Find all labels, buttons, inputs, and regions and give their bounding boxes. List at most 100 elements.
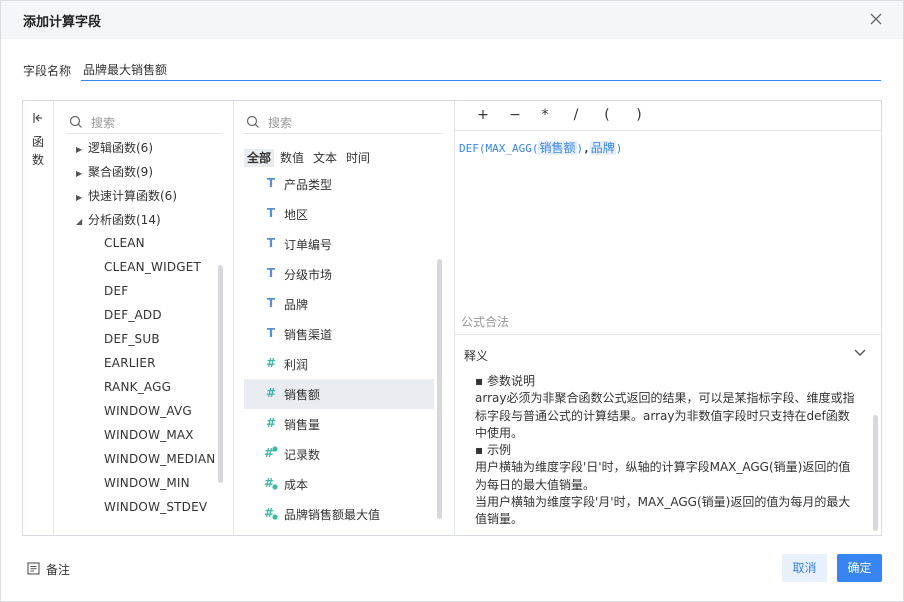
caret-right-icon: ▶ (76, 169, 83, 178)
text-icon: T (266, 206, 276, 220)
field-item[interactable]: # 品牌销售额最大值 (244, 499, 434, 529)
tab-time[interactable]: 时间 (343, 149, 373, 167)
calculated-number-icon: # (264, 506, 278, 520)
formula-suffix: ) (615, 142, 623, 155)
calculated-number-icon: # (264, 446, 278, 460)
function-group-logic[interactable]: ▶ 逻辑函数(6) (76, 139, 153, 159)
function-search[interactable]: 搜索 (67, 110, 223, 134)
divide-button[interactable]: / (568, 107, 584, 123)
description-line: 标字段与普通公式的计算结果。array为非数值字段时只支持在def函数 (475, 408, 850, 423)
caret-down-icon: ◢ (76, 217, 83, 226)
field-item[interactable]: T 销售渠道 (244, 319, 434, 349)
text-icon: T (266, 236, 276, 250)
field-item[interactable]: T 地区 (244, 199, 434, 229)
function-list-panel: 搜索 ▶ 逻辑函数(6) ▶ 聚合函数(9) ▶ 快速计算函数(6) ◢ 分析函数(14… (54, 101, 234, 535)
multiply-button[interactable]: * (537, 107, 553, 123)
field-item-selected[interactable]: # 销售额 (244, 379, 434, 409)
description-text: ▪ 参数说明 array必须为非聚合函数公式返回的结果，可以是某指标字段、维度或… (475, 373, 855, 529)
field-search-placeholder: 搜索 (268, 116, 293, 130)
cancel-button[interactable]: 取消 (782, 554, 827, 582)
dialog-titlebar: 添加计算字段 (1, 1, 903, 39)
note-label: 备注 (46, 563, 71, 577)
field-item[interactable]: T 产品类型 (244, 169, 434, 199)
description-scrollbar[interactable] (873, 415, 878, 531)
tab-text[interactable]: 文本 (310, 149, 340, 167)
formula-field-token[interactable]: 品牌 (589, 141, 616, 155)
function-item[interactable]: WINDOW_MAX (104, 428, 194, 448)
description-line: array必须为非聚合函数公式返回的结果，可以是某指标字段、维度或指 (475, 391, 855, 406)
function-item[interactable]: EARLIER (104, 356, 156, 376)
function-item[interactable]: WINDOW_AVG (104, 404, 192, 424)
field-item[interactable]: # 成本 (244, 469, 434, 499)
function-item[interactable]: CLEAN (104, 236, 145, 256)
formula-editor[interactable]: DEF(MAX_AGG(销售额),品牌) (459, 139, 622, 156)
function-search-placeholder: 搜索 (91, 116, 116, 130)
close-icon[interactable] (867, 10, 885, 28)
description-line: 为每日的最大值销量。 (475, 477, 596, 492)
field-item[interactable]: T 分级市场 (244, 259, 434, 289)
minus-button[interactable]: − (507, 107, 523, 123)
function-item[interactable]: WINDOW_MEDIAN (104, 452, 215, 472)
svg-text:#: # (264, 506, 274, 520)
function-list-scrollbar[interactable] (218, 265, 223, 483)
field-item[interactable]: T 订单编号 (244, 229, 434, 259)
function-item[interactable]: WINDOW_MIN (104, 476, 190, 496)
side-tab-functions[interactable]: 函数 (23, 101, 54, 535)
description-title: 释义 (464, 349, 489, 363)
field-item[interactable]: # 记录数 (244, 439, 434, 469)
text-icon: T (266, 326, 276, 340)
text-icon: T (266, 266, 276, 280)
calculated-number-icon: # (264, 476, 278, 490)
field-search[interactable]: 搜索 (244, 110, 443, 134)
function-group-quick-calc[interactable]: ▶ 快速计算函数(6) (76, 187, 177, 207)
function-item[interactable]: DEF_SUB (104, 332, 160, 352)
field-list-scrollbar[interactable] (437, 259, 442, 519)
dialog-title: 添加计算字段 (23, 15, 102, 30)
field-name-label: 字段名称 (23, 64, 72, 78)
description-line: 值销量。 (475, 512, 524, 527)
field-type-tabs: 全部 数值 文本 时间 (244, 149, 376, 167)
field-list-panel: 搜索 全部 数值 文本 时间 T 产品类型 T 地区 T 订单编号 T 分级市场 T 品牌 T销… (234, 101, 455, 535)
function-item[interactable]: WINDOW_STDEV (104, 500, 207, 520)
number-icon: # (265, 416, 277, 430)
formula-status: 公式合法 (461, 315, 510, 329)
side-tab-label: 函数 (32, 135, 45, 167)
search-icon (69, 115, 82, 128)
field-name-input[interactable] (81, 59, 881, 81)
tab-number[interactable]: 数值 (277, 149, 307, 167)
description-line: 当用户横轴为维度字段'月'时，MAX_AGG(销量)返回的值为每月的最大 (475, 495, 851, 510)
function-group-aggregate[interactable]: ▶ 聚合函数(9) (76, 163, 153, 183)
chevron-down-icon[interactable] (853, 347, 867, 359)
left-paren-button[interactable]: ( (599, 107, 615, 123)
function-item[interactable]: DEF (104, 284, 128, 304)
description-line: ▪ 示例 (475, 443, 511, 458)
plus-button[interactable]: + (475, 107, 491, 123)
formula-field-token[interactable]: 销售额 (538, 141, 577, 155)
text-icon: T (266, 296, 276, 310)
field-item[interactable]: # 利润 (244, 349, 434, 379)
search-icon (246, 115, 259, 128)
number-icon: # (265, 356, 277, 370)
formula-editor-panel: + − * / ( ) DEF(MAX_AGG(销售额),品牌) 公式合法 释义… (455, 101, 881, 535)
function-item[interactable]: DEF_ADD (104, 308, 162, 328)
caret-right-icon: ▶ (76, 193, 83, 202)
description-line: 用户横轴为维度字段'日'时，纵轴的计算字段MAX_AGG(销量)返回的值 (475, 460, 851, 475)
right-paren-button[interactable]: ) (631, 107, 647, 123)
field-item[interactable]: # 销售量 (244, 409, 434, 439)
formula-prefix: DEF(MAX_AGG( (459, 142, 539, 155)
formula-comma: , (583, 142, 590, 155)
tab-all[interactable]: 全部 (244, 149, 275, 167)
function-item[interactable]: CLEAN_WIDGET (104, 260, 201, 280)
add-calculated-field-dialog: 添加计算字段 字段名称 函数 搜索 ▶逻辑函数(6) (0, 0, 904, 602)
collapse-left-icon[interactable] (31, 111, 45, 125)
note-icon (27, 562, 40, 575)
description-line: 中使用。 (475, 425, 524, 440)
function-group-analysis[interactable]: ◢ 分析函数(14) (76, 211, 161, 231)
svg-text:#: # (264, 476, 274, 490)
svg-text:#: # (264, 446, 274, 460)
operator-toolbar: + − * / ( ) (455, 101, 881, 131)
description-box: 释义 ▪ 参数说明 array必须为非聚合函数公式返回的结果，可以是某指标字段、… (455, 334, 881, 535)
field-item[interactable]: T 品牌 (244, 289, 434, 319)
ok-button[interactable]: 确定 (837, 554, 882, 582)
function-item[interactable]: RANK_AGG (104, 380, 171, 400)
